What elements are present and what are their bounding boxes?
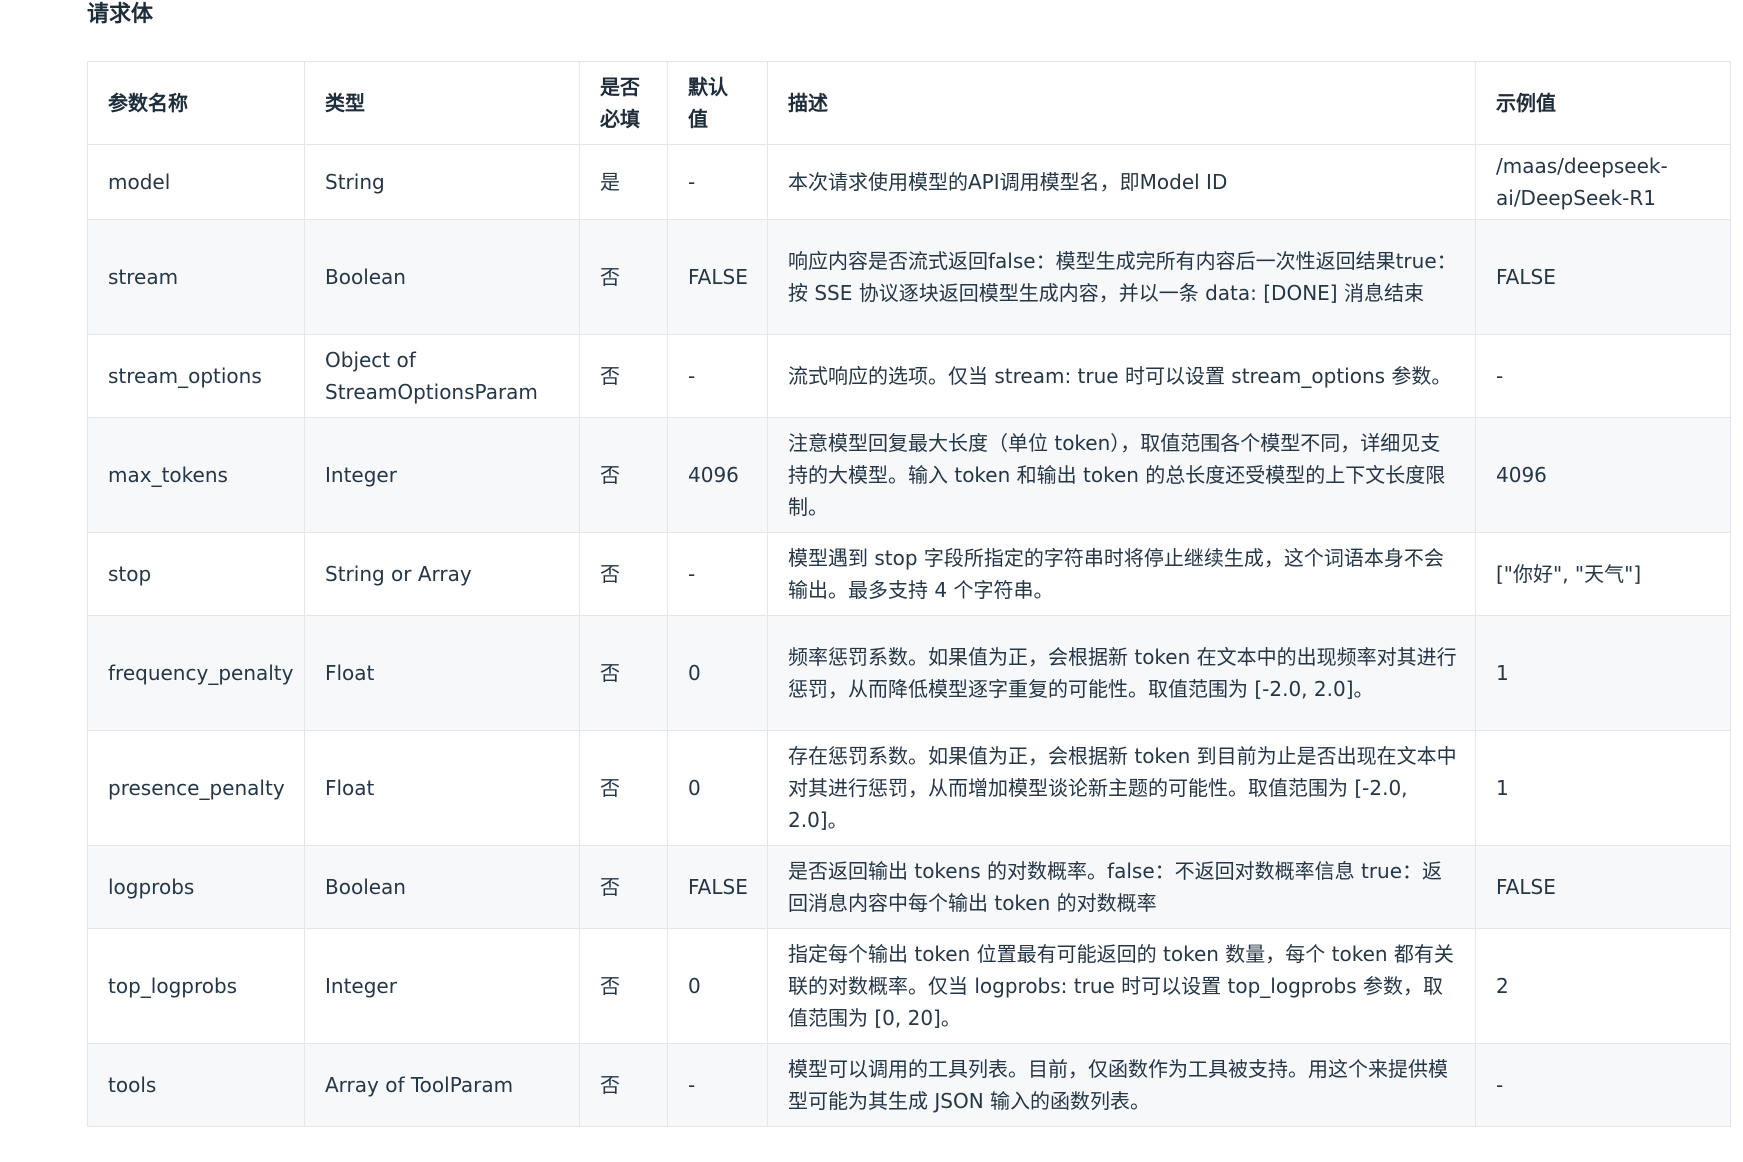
cell-required: 是 — [579, 144, 668, 220]
cell-required: 否 — [579, 845, 668, 929]
request-body-table: 参数名称 类型 是否必填 默认值 描述 示例值 model String 是 -… — [87, 61, 1731, 1127]
cell-name: max_tokens — [87, 417, 305, 533]
cell-name: frequency_penalty — [87, 615, 305, 731]
cell-default: 4096 — [667, 417, 768, 533]
table-row: stream_options Object of StreamOptionsPa… — [87, 334, 1731, 418]
cell-name: stream_options — [87, 334, 305, 418]
table-row: logprobs Boolean 否 FALSE 是否返回输出 tokens 的… — [87, 845, 1731, 929]
cell-type: Boolean — [304, 219, 580, 335]
table-header-row: 参数名称 类型 是否必填 默认值 描述 示例值 — [87, 61, 1731, 145]
header-example: 示例值 — [1475, 61, 1731, 145]
cell-example: FALSE — [1475, 845, 1731, 929]
cell-example: - — [1475, 1043, 1731, 1127]
cell-description: 模型可以调用的工具列表。目前，仅函数作为工具被支持。用这个来提供模型可能为其生成… — [767, 1043, 1476, 1127]
cell-default: - — [667, 1043, 768, 1127]
cell-name: tools — [87, 1043, 305, 1127]
cell-type: Array of ToolParam — [304, 1043, 580, 1127]
cell-example: 2 — [1475, 928, 1731, 1044]
header-required: 是否必填 — [579, 61, 668, 145]
cell-required: 否 — [579, 615, 668, 731]
table-row: stop String or Array 否 - 模型遇到 stop 字段所指定… — [87, 532, 1731, 616]
header-default: 默认值 — [667, 61, 768, 145]
cell-example: 1 — [1475, 615, 1731, 731]
cell-default: - — [667, 334, 768, 418]
cell-name: stop — [87, 532, 305, 616]
cell-description: 频率惩罚系数。如果值为正，会根据新 token 在文本中的出现频率对其进行惩罚，… — [767, 615, 1476, 731]
header-param-name: 参数名称 — [87, 61, 305, 145]
cell-name: model — [87, 144, 305, 220]
cell-name: logprobs — [87, 845, 305, 929]
cell-example: ["你好", "天气"] — [1475, 532, 1731, 616]
cell-required: 否 — [579, 928, 668, 1044]
cell-type: Boolean — [304, 845, 580, 929]
cell-required: 否 — [579, 417, 668, 533]
cell-example: 4096 — [1475, 417, 1731, 533]
cell-default: 0 — [667, 928, 768, 1044]
cell-type: Float — [304, 730, 580, 846]
cell-description: 注意模型回复最大长度（单位 token），取值范围各个模型不同，详细见支持的大模… — [767, 417, 1476, 533]
cell-description: 模型遇到 stop 字段所指定的字符串时将停止继续生成，这个词语本身不会输出。最… — [767, 532, 1476, 616]
cell-name: top_logprobs — [87, 928, 305, 1044]
cell-default: 0 — [667, 615, 768, 731]
table-row: tools Array of ToolParam 否 - 模型可以调用的工具列表… — [87, 1043, 1731, 1127]
cell-name: stream — [87, 219, 305, 335]
table-row: max_tokens Integer 否 4096 注意模型回复最大长度（单位 … — [87, 417, 1731, 533]
cell-description: 响应内容是否流式返回false：模型生成完所有内容后一次性返回结果true：按 … — [767, 219, 1476, 335]
table-row: top_logprobs Integer 否 0 指定每个输出 token 位置… — [87, 928, 1731, 1044]
cell-example: - — [1475, 334, 1731, 418]
cell-description: 本次请求使用模型的API调用模型名，即Model ID — [767, 144, 1476, 220]
cell-example: FALSE — [1475, 219, 1731, 335]
cell-required: 否 — [579, 334, 668, 418]
cell-required: 否 — [579, 219, 668, 335]
cell-type: Object of StreamOptionsParam — [304, 334, 580, 418]
table-row: frequency_penalty Float 否 0 频率惩罚系数。如果值为正… — [87, 615, 1731, 731]
cell-example: 1 — [1475, 730, 1731, 846]
cell-required: 否 — [579, 1043, 668, 1127]
cell-example: /maas/deepseek-ai/DeepSeek-R1 — [1475, 144, 1731, 220]
header-type: 类型 — [304, 61, 580, 145]
section-title: 请求体 — [87, 2, 154, 27]
cell-type: Integer — [304, 928, 580, 1044]
table-row: stream Boolean 否 FALSE 响应内容是否流式返回false：模… — [87, 219, 1731, 335]
cell-default: FALSE — [667, 845, 768, 929]
cell-type: Float — [304, 615, 580, 731]
header-description: 描述 — [767, 61, 1476, 145]
cell-description: 是否返回输出 tokens 的对数概率。false：不返回对数概率信息 true… — [767, 845, 1476, 929]
cell-type: Integer — [304, 417, 580, 533]
cell-default: - — [667, 144, 768, 220]
cell-description: 指定每个输出 token 位置最有可能返回的 token 数量，每个 token… — [767, 928, 1476, 1044]
cell-description: 流式响应的选项。仅当 stream: true 时可以设置 stream_opt… — [767, 334, 1476, 418]
cell-description: 存在惩罚系数。如果值为正，会根据新 token 到目前为止是否出现在文本中对其进… — [767, 730, 1476, 846]
cell-type: String — [304, 144, 580, 220]
cell-default: - — [667, 532, 768, 616]
cell-required: 否 — [579, 532, 668, 616]
table-row: presence_penalty Float 否 0 存在惩罚系数。如果值为正，… — [87, 730, 1731, 846]
cell-default: 0 — [667, 730, 768, 846]
cell-default: FALSE — [667, 219, 768, 335]
cell-name: presence_penalty — [87, 730, 305, 846]
cell-required: 否 — [579, 730, 668, 846]
cell-type: String or Array — [304, 532, 580, 616]
table-row: model String 是 - 本次请求使用模型的API调用模型名，即Mode… — [87, 144, 1731, 220]
